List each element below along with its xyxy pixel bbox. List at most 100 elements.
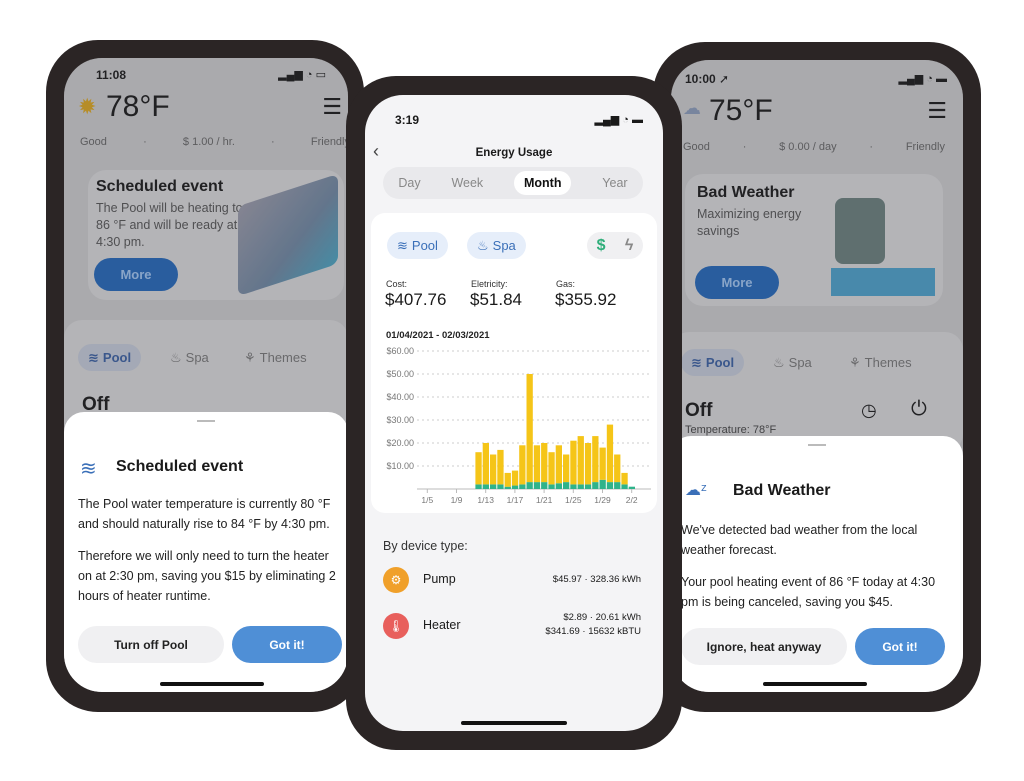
bad-weather-sheet: ☁ᶻ Bad Weather We've detected bad weathe… <box>671 436 963 692</box>
pool-icon: ≋ <box>397 237 408 253</box>
bar-segment-green <box>570 484 577 489</box>
bar-segment-yellow <box>548 452 555 485</box>
y-tick-label: $10.00 <box>386 461 414 471</box>
x-tick-label: 1/5 <box>421 495 433 505</box>
bar-segment-green <box>541 482 548 489</box>
status-time: 3:19 <box>395 113 420 127</box>
ignore-heat-anyway-button[interactable]: Ignore, heat anyway <box>681 628 847 665</box>
bar-segment-yellow <box>599 447 606 480</box>
period-day[interactable]: Day <box>398 176 420 190</box>
got-it-button[interactable]: Got it! <box>232 626 342 663</box>
bar-segment-yellow <box>592 436 599 483</box>
x-tick-label: 1/29 <box>594 495 611 505</box>
bar-segment-green <box>555 483 562 489</box>
home-indicator <box>160 682 264 686</box>
device-usage: $2.89 · 20.61 kWh $341.69 · 15632 kBTU <box>545 611 641 639</box>
bar-segment-green <box>621 484 628 489</box>
cost-value: $407.76 <box>385 290 447 309</box>
bar-segment-yellow <box>497 449 504 485</box>
got-it-button[interactable]: Got it! <box>855 628 945 665</box>
home-indicator <box>461 721 567 725</box>
bar-segment-yellow <box>504 472 511 487</box>
usage-card: ≋ Pool ♨ Spa $ ϟ Cost: $407.76 Eletricity: … <box>371 213 657 513</box>
page-title: Energy Usage <box>475 147 553 159</box>
thermometer-icon: 🌡 <box>383 613 409 639</box>
sheet-grabber[interactable] <box>197 420 215 422</box>
turn-off-pool-button[interactable]: Turn off Pool <box>78 626 224 663</box>
usage-line-2: $341.69 · 15632 kBTU <box>545 626 641 637</box>
x-tick-label: 1/25 <box>565 495 582 505</box>
x-tick-label: 1/13 <box>477 495 494 505</box>
bar-segment-green <box>592 482 599 489</box>
bar-segment-green <box>584 484 592 489</box>
pump-icon: ⚙ <box>383 567 409 593</box>
bar-segment-yellow <box>577 436 584 485</box>
bar-segment-green <box>548 484 555 489</box>
y-tick-label: $50.00 <box>386 369 414 379</box>
device-row[interactable]: ⚙ Pump $45.97 · 328.36 kWh <box>383 565 647 599</box>
unit-toggle[interactable]: $ ϟ <box>587 232 643 259</box>
spa-icon: ♨ <box>477 237 489 253</box>
bar-segment-green <box>482 484 489 489</box>
device-row[interactable]: 🌡 Heater $2.89 · 20.61 kWh $341.69 · 1563… <box>383 611 647 645</box>
by-device-heading: By device type: <box>383 539 468 553</box>
usage-line-1: $45.97 · 328.36 kWh <box>552 574 641 585</box>
filter-pool[interactable]: ≋ Pool <box>387 232 448 259</box>
sheet-title: Scheduled event <box>116 458 244 475</box>
x-tick-label: 2/2 <box>626 495 638 505</box>
left-screen: 11:08 ▂▄▆ ◔ ▭ ✹ 78°F ☰ Good · $ 1.00 / hr… <box>64 58 348 692</box>
bar-segment-yellow <box>584 443 592 485</box>
sheet-grabber[interactable] <box>808 444 826 446</box>
date-range: 01/04/2021 - 02/03/2021 <box>386 330 490 341</box>
gas-label: Gas: <box>556 279 576 289</box>
period-segmented-control: Day Week Month Year <box>383 167 643 199</box>
bar-segment-yellow <box>614 454 621 483</box>
lightning-icon[interactable]: ϟ <box>625 237 633 255</box>
y-tick-label: $20.00 <box>386 438 414 448</box>
bar-segment-yellow <box>563 454 570 483</box>
period-week[interactable]: Week <box>451 176 483 190</box>
bar-segment-yellow <box>621 472 628 485</box>
y-tick-label: $60.00 <box>386 346 414 356</box>
sheet-paragraph-1: The Pool water temperature is currently … <box>78 497 331 531</box>
x-tick-label: 1/21 <box>536 495 553 505</box>
filter-spa[interactable]: ♨ Spa <box>467 232 526 259</box>
bar-segment-yellow <box>482 443 489 485</box>
gas-value: $355.92 <box>555 290 617 309</box>
bar-segment-green <box>563 482 570 489</box>
bar-segment-green <box>497 484 504 489</box>
device-usage: $45.97 · 328.36 kWh <box>553 573 641 587</box>
bar-segment-green <box>533 482 541 489</box>
right-screen: 10:00 ➚ ▂▄▆ ◔ ▬ ☁ 75°F ☰ Good · $ 0.00 / … <box>671 60 963 692</box>
sheet-paragraph-2: Your pool heating event of 86 °F today a… <box>681 575 936 609</box>
left-phone: 11:08 ▂▄▆ ◔ ▭ ✹ 78°F ☰ Good · $ 1.00 / hr… <box>46 40 364 712</box>
sheet-paragraph-2: Therefore we will only need to turn the … <box>78 549 336 603</box>
period-year[interactable]: Year <box>602 176 627 190</box>
bar-segment-green <box>511 485 519 489</box>
status-icons: ▂▄▆ ◔ ▬ <box>594 114 643 126</box>
period-month[interactable]: Month <box>514 171 572 195</box>
dollar-icon[interactable]: $ <box>597 237 606 255</box>
x-tick-label: 1/17 <box>507 495 524 505</box>
scheduled-event-sheet: ≋ Scheduled event The Pool water tempera… <box>64 412 348 692</box>
bar-segment-yellow <box>511 470 519 486</box>
bar-segment-green <box>519 484 526 489</box>
bar-segment-yellow <box>606 424 614 483</box>
bar-segment-yellow <box>490 454 497 485</box>
center-screen: 3:19 ▂▄▆ ◔ ▬ ‹ Energy Usage Day Week Mon… <box>365 95 663 731</box>
bar-segment-yellow <box>475 452 482 485</box>
bar-segment-yellow <box>570 440 577 485</box>
sheet-title: Bad Weather <box>733 482 831 499</box>
pool-icon: ≋ <box>80 458 97 480</box>
bar-segment-green <box>490 484 497 489</box>
bar-segment-green <box>577 484 584 489</box>
cost-label: Cost: <box>386 279 408 289</box>
right-phone: 10:00 ➚ ▂▄▆ ◔ ▬ ☁ 75°F ☰ Good · $ 0.00 / … <box>653 42 981 712</box>
bar-segment-yellow <box>519 445 526 485</box>
bar-segment-yellow <box>541 443 548 483</box>
bar-segment-green <box>526 482 533 489</box>
electricity-label: Eletricity: <box>471 279 508 289</box>
device-name: Pump <box>423 572 456 586</box>
electricity-value: $51.84 <box>470 290 522 309</box>
usage-line-1: $2.89 · 20.61 kWh <box>563 612 641 623</box>
